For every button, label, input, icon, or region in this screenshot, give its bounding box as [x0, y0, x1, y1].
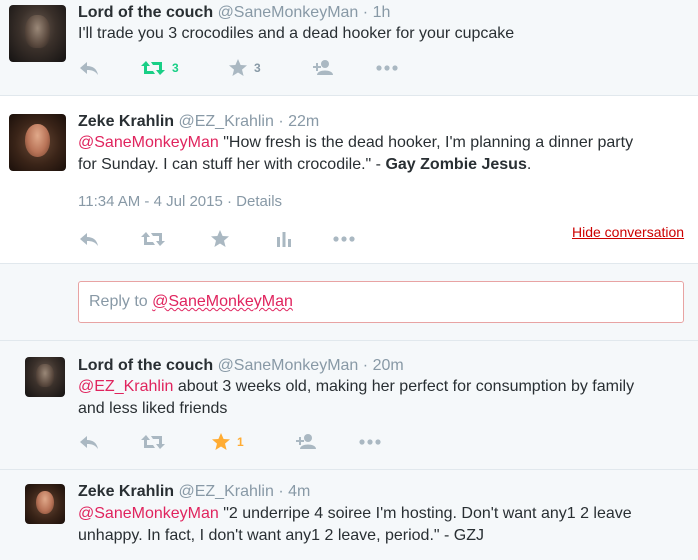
divider [0, 263, 698, 264]
avatar[interactable] [9, 5, 66, 62]
retweet-button[interactable]: 3 [140, 58, 179, 78]
favorite-button[interactable]: 3 [228, 58, 261, 78]
follow-button[interactable] [294, 432, 318, 452]
tweet-text-line1: "2 underripe 4 soiree I'm hosting. Don't… [218, 505, 632, 522]
tweet-time[interactable]: 4m [288, 483, 310, 500]
add-user-icon [296, 434, 316, 449]
author-name[interactable]: Zeke Krahlin [78, 483, 174, 500]
more-button[interactable] [375, 58, 399, 78]
tweet-time[interactable]: 20m [373, 357, 404, 374]
bar-chart-icon [277, 232, 291, 247]
reply-button[interactable] [78, 432, 100, 452]
author-name[interactable]: Zeke Krahlin [78, 113, 174, 130]
retweet-button[interactable] [140, 229, 166, 249]
retweet-icon [141, 61, 165, 75]
separator-dot: · [227, 193, 232, 210]
separator-dot: · [278, 483, 284, 500]
tweet-time[interactable]: 1h [373, 4, 391, 21]
details-link[interactable]: Details [236, 193, 282, 210]
tweet-text: I'll trade you 3 crocodiles and a dead h… [78, 25, 515, 42]
favorite-button[interactable] [210, 229, 230, 249]
mention-link[interactable]: @SaneMonkeyMan [78, 134, 219, 151]
tweet-text: @SaneMonkeyMan "2 underripe 4 soiree I'm… [78, 503, 632, 547]
tweet-time[interactable]: 22m [288, 113, 319, 130]
reply-button[interactable] [78, 58, 100, 78]
star-icon [211, 230, 229, 247]
more-icon [333, 236, 355, 242]
mention-link[interactable]: @EZ_Krahlin [78, 378, 173, 395]
tweet-3: Lord of the couch @SaneMonkeyMan · 20m @… [0, 341, 698, 469]
reply-placeholder: Reply to @SaneMonkeyMan [89, 293, 293, 311]
more-icon [359, 439, 381, 445]
author-handle[interactable]: @EZ_Krahlin [178, 483, 273, 500]
avatar[interactable] [25, 484, 65, 524]
add-user-icon [313, 60, 333, 75]
avatar[interactable] [25, 357, 65, 397]
more-icon [376, 65, 398, 71]
author-name[interactable]: Lord of the couch [78, 4, 213, 21]
retweet-icon [141, 435, 165, 449]
separator-dot: · [278, 113, 284, 130]
reply-button[interactable] [78, 229, 100, 249]
bold-text: Gay Zombie Jesus [385, 156, 527, 173]
tweet-1: Lord of the couch @SaneMonkeyMan · 1h I'… [0, 0, 698, 95]
tweet-text-line1: about 3 weeks old, making her perfect fo… [173, 378, 635, 395]
tweet-text-line2: for Sunday. I can stuff her with crocodi… [78, 156, 386, 173]
separator-dot: · [362, 357, 369, 374]
hide-conversation-link[interactable]: Hide conversation [572, 224, 684, 240]
tweet-text: @EZ_Krahlin about 3 weeks old, making he… [78, 376, 634, 420]
star-icon [212, 433, 230, 450]
mention-link[interactable]: @SaneMonkeyMan [78, 505, 219, 522]
reply-mention: @SaneMonkeyMan [152, 293, 293, 310]
tweet-text: @SaneMonkeyMan "How fresh is the dead ho… [78, 132, 633, 176]
retweet-button[interactable] [140, 432, 166, 452]
tweet-text-line1: "How fresh is the dead hooker, I'm plann… [218, 134, 634, 151]
follow-button[interactable] [311, 58, 335, 78]
more-button[interactable] [332, 229, 356, 249]
author-name[interactable]: Lord of the couch [78, 357, 213, 374]
star-icon [229, 59, 247, 76]
reply-input[interactable]: Reply to @SaneMonkeyMan [78, 281, 684, 323]
more-button[interactable] [358, 432, 382, 452]
reply-prefix: Reply to [89, 293, 153, 310]
reply-icon [80, 62, 98, 75]
tweet-text-line2: and less liked friends [78, 400, 228, 417]
author-handle[interactable]: @EZ_Krahlin [178, 113, 273, 130]
favorite-count: 1 [237, 435, 244, 449]
reply-icon [80, 436, 98, 449]
tweet-text-end: . [526, 156, 532, 173]
tweet-4: Zeke Krahlin @EZ_Krahlin · 4m @SaneMonke… [0, 470, 698, 560]
tweet-2-focused: Zeke Krahlin @EZ_Krahlin · 22m @SaneMonk… [0, 96, 698, 263]
separator-dot: · [362, 4, 369, 21]
retweet-icon [141, 232, 165, 246]
retweet-count: 3 [172, 61, 179, 75]
tweet-text-line2: unhappy. In fact, I don't want any1 2 le… [78, 527, 484, 544]
favorite-count: 3 [254, 61, 261, 75]
favorite-button[interactable]: 1 [211, 432, 244, 452]
reply-icon [80, 233, 98, 246]
avatar[interactable] [9, 114, 66, 171]
tweet-timestamp[interactable]: 11:34 AM - 4 Jul 2015 [78, 193, 223, 210]
analytics-button[interactable] [275, 229, 293, 249]
author-handle[interactable]: @SaneMonkeyMan [218, 357, 359, 374]
author-handle[interactable]: @SaneMonkeyMan [218, 4, 359, 21]
